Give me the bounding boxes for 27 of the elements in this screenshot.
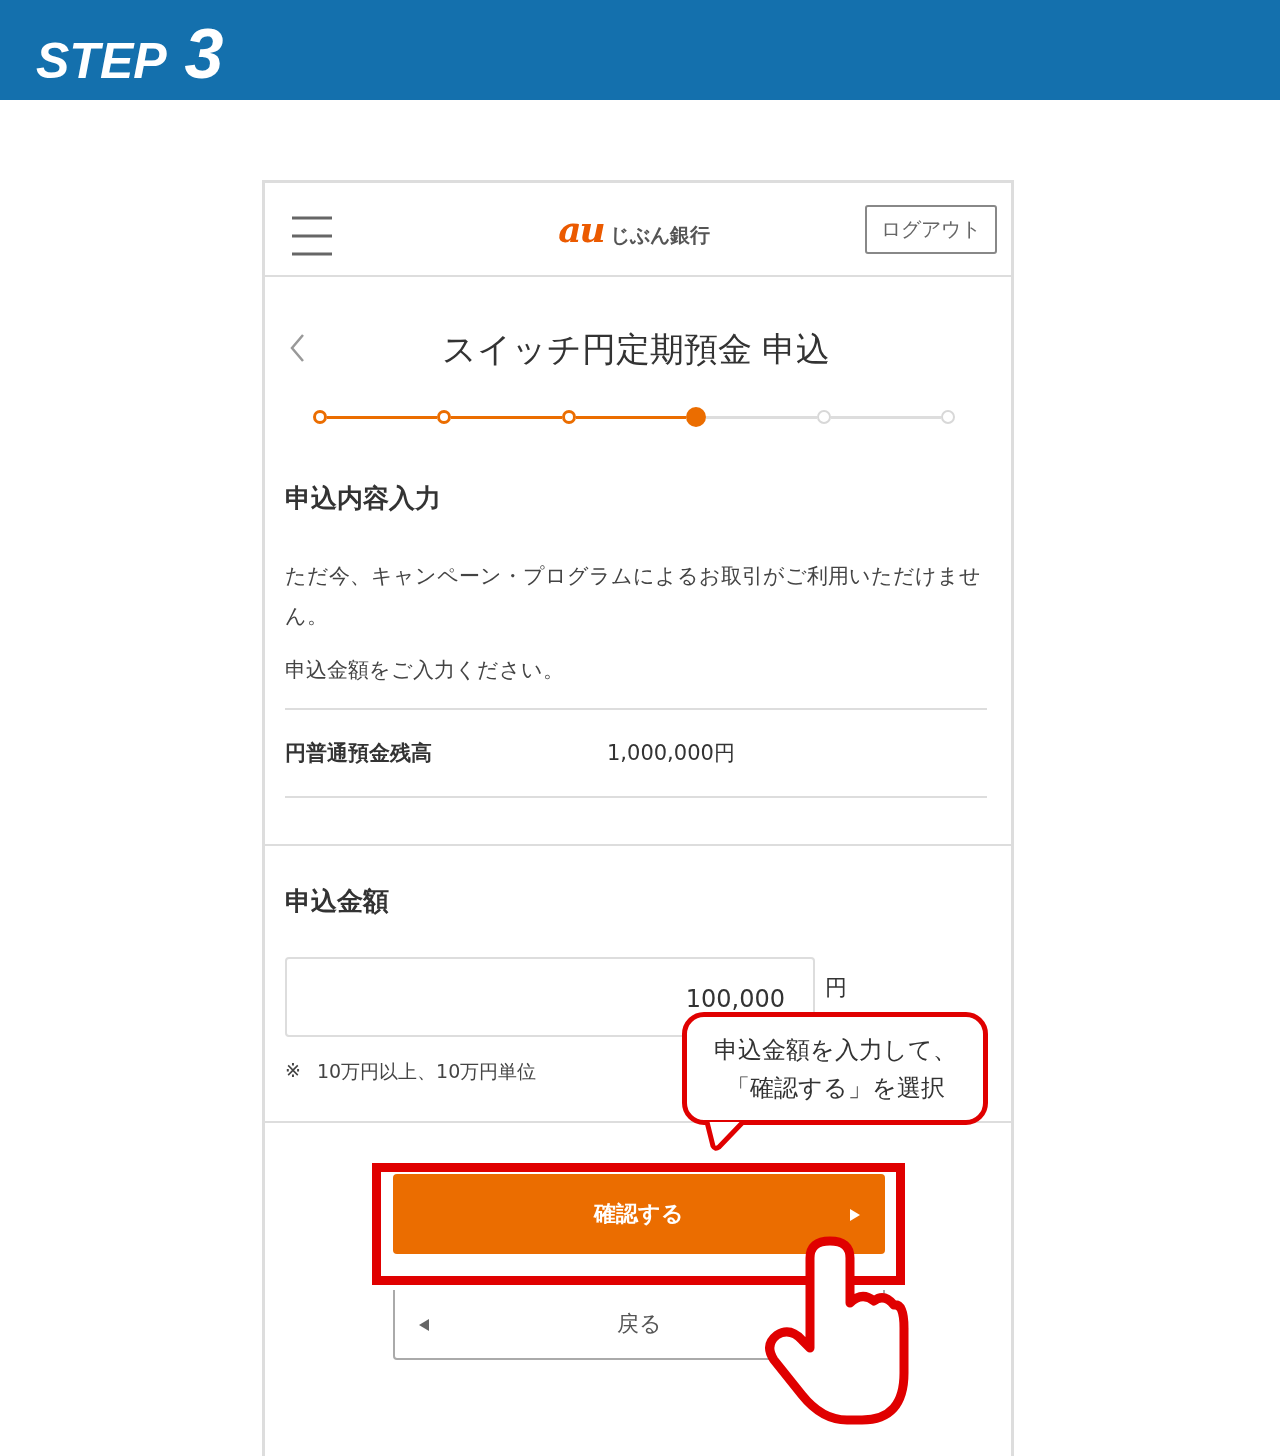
note-mark: ※ [285, 1059, 301, 1083]
callout-text: 申込金額を入力して、 [713, 1034, 957, 1066]
page-title: スイッチ円定期預金 申込 [441, 328, 831, 371]
message-text: 申込金額をご入力ください。 [285, 657, 565, 684]
play-arrow-icon [849, 1208, 861, 1222]
back-arrow-icon [418, 1318, 430, 1332]
progress-step [816, 410, 831, 424]
logo-text: じぶん銀行 [609, 222, 710, 249]
back-chevron-icon[interactable] [289, 333, 305, 363]
progress-step [313, 410, 327, 424]
step-label: STEP [36, 32, 167, 90]
message-text: ただ今、キャンペーン・プログラムによるお取引がご利用いただけません。 [285, 563, 982, 630]
section-title: 申込内容入力 [285, 482, 442, 515]
progress-step [941, 410, 956, 424]
progress-step [561, 410, 576, 424]
step-number: 3 [184, 14, 224, 94]
amount-title: 申込金額 [285, 885, 390, 918]
callout-text: 「確認する」を選択 [725, 1072, 945, 1104]
logout-button[interactable]: ログアウト [865, 204, 997, 254]
menu-icon[interactable] [291, 215, 333, 257]
progress-step [437, 410, 452, 424]
note-text: 10万円以上、10万円単位 [316, 1059, 537, 1084]
progress-step [686, 407, 707, 427]
unit-label: 円 [825, 974, 847, 1002]
balance-value: 1,000,000円 [607, 740, 735, 767]
balance-label: 円普通預金残高 [285, 740, 433, 767]
logo-mark: au [558, 208, 604, 250]
